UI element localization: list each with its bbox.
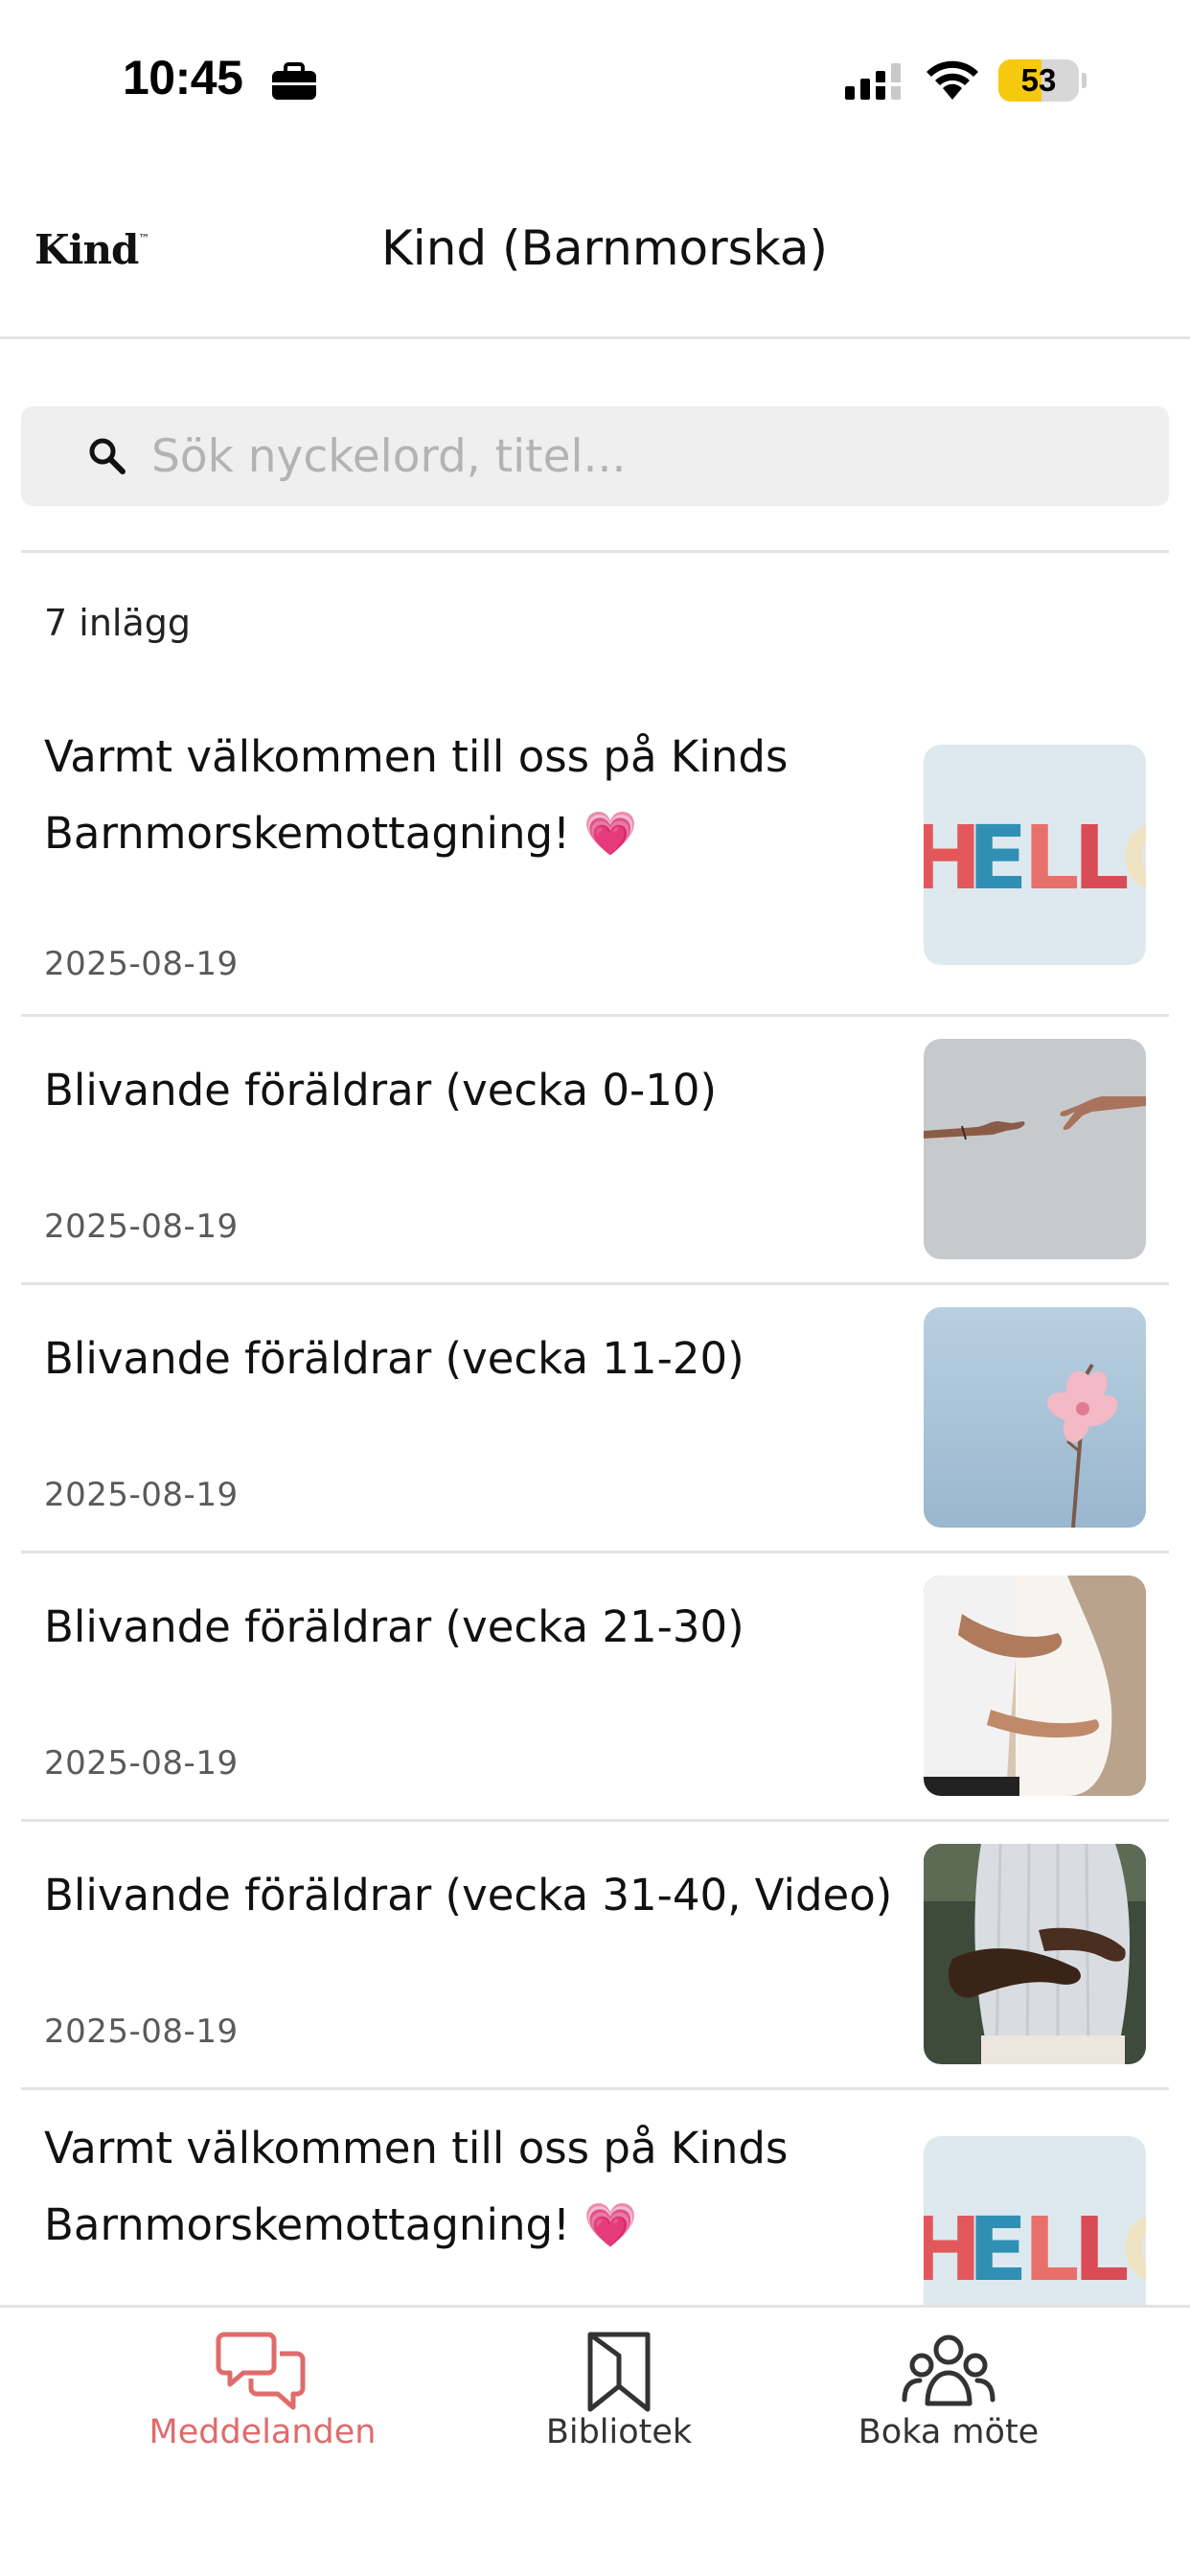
chat-bubbles-icon: [216, 2332, 306, 2410]
post-item[interactable]: Varmt välkommen till oss på Kinds Barnmo…: [0, 690, 1190, 1016]
wifi-icon: [927, 60, 978, 100]
post-title: Varmt välkommen till oss på Kinds Barnmo…: [44, 731, 789, 859]
post-title: Blivande föräldrar (vecka 11-20): [44, 1333, 744, 1384]
post-count: 7 inlägg: [44, 602, 191, 644]
post-date: 2025-08-19: [44, 945, 239, 983]
tab-bibliotek[interactable]: Bibliotek: [475, 2308, 763, 2499]
app-header: Kind™ Kind (Barnmorska): [0, 163, 1190, 339]
post-item[interactable]: Blivande föräldrar (vecka 11-20) 2025-08…: [0, 1284, 1190, 1552]
search-icon: [89, 438, 126, 474]
battery-icon: 53: [998, 59, 1087, 102]
search-bar[interactable]: [21, 406, 1169, 506]
post-thumbnail: [924, 1307, 1146, 1528]
post-thumbnail: [924, 745, 1146, 965]
battery-cap: [1082, 73, 1087, 88]
post-item[interactable]: Blivande föräldrar (vecka 31-40, Video) …: [0, 1821, 1190, 2089]
bookmark-book-icon: [587, 2332, 651, 2412]
tab-boka-mote[interactable]: Boka möte: [805, 2308, 1092, 2499]
battery-percent: 53: [1020, 62, 1057, 98]
tab-label: Meddelanden: [149, 2413, 377, 2451]
couple-pregnancy-image: [924, 1576, 1146, 1796]
post-title: Blivande föräldrar (vecka 21-30): [44, 1601, 744, 1652]
briefcase-icon: [272, 62, 316, 100]
post-date: 2025-08-19: [44, 2012, 239, 2051]
tab-label: Bibliotek: [545, 2413, 693, 2451]
reaching-hands-image: [924, 1039, 1146, 1259]
post-thumbnail: [924, 1844, 1146, 2064]
post-item[interactable]: Blivande föräldrar (vecka 0-10) 2025-08-…: [0, 1016, 1190, 1284]
group-people-icon: [902, 2334, 995, 2406]
hello-letters-image: [924, 745, 1146, 965]
post-list[interactable]: Varmt välkommen till oss på Kinds Barnmo…: [0, 690, 1190, 2305]
tab-label: Boka möte: [858, 2413, 1040, 2451]
pink-flower-sky-image: [924, 1307, 1146, 1528]
post-title: Blivande föräldrar (vecka 31-40, Video): [44, 1870, 893, 1920]
battery-body: 53: [998, 59, 1079, 102]
post-title: Blivande föräldrar (vecka 0-10): [44, 1065, 718, 1116]
post-date: 2025-08-19: [44, 1476, 239, 1514]
status-time: 10:45: [123, 51, 243, 104]
post-item[interactable]: Varmt välkommen till oss på Kinds Barnmo…: [0, 2089, 1190, 2305]
search-input[interactable]: [151, 424, 1138, 489]
status-bar: 10:45 53: [0, 0, 1190, 163]
hands-on-belly-image: [924, 1844, 1146, 2064]
tab-bar: Meddelanden Bibliotek Boka möte: [0, 2305, 1190, 2576]
divider: [21, 550, 1169, 553]
cellular-signal-icon: [845, 63, 901, 100]
tab-meddelanden[interactable]: Meddelanden: [119, 2308, 406, 2499]
hello-letters-image: [924, 2136, 1146, 2305]
page-title: Kind (Barnmorska): [381, 220, 828, 276]
post-date: 2025-08-19: [44, 1208, 239, 1246]
post-date: 2025-08-19: [44, 1744, 239, 1782]
post-item[interactable]: Blivande föräldrar (vecka 21-30) 2025-08…: [0, 1552, 1190, 1821]
post-thumbnail: [924, 2136, 1146, 2305]
post-thumbnail: [924, 1039, 1146, 1259]
post-title: Varmt välkommen till oss på Kinds Barnmo…: [44, 2123, 789, 2250]
post-thumbnail: [924, 1576, 1146, 1796]
